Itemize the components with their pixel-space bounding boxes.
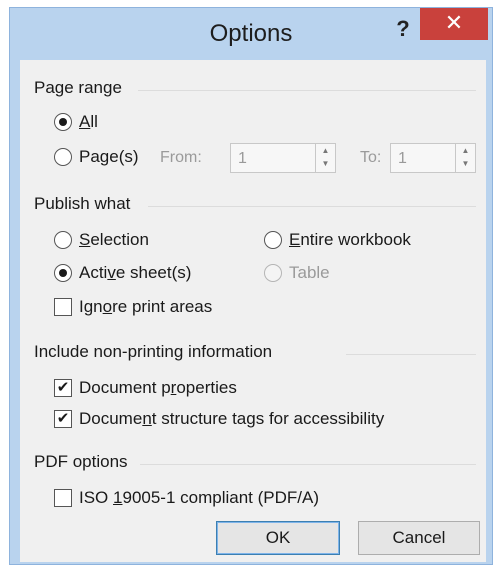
spin-up-icon: ▲ xyxy=(461,146,470,155)
pdf-options-header: PDF options xyxy=(34,452,128,471)
radio-all[interactable]: All xyxy=(54,112,98,132)
to-page-spinner: 1 ▲ ▼ xyxy=(390,143,476,173)
from-page-value: 1 xyxy=(238,150,247,167)
page-range-divider xyxy=(138,90,476,91)
document-structure-tags-label: Document structure tags for accessibilit… xyxy=(79,409,385,428)
iso-compliant-box[interactable] xyxy=(54,489,72,507)
radio-active-sheets[interactable]: Active sheet(s) xyxy=(54,263,191,283)
iso-compliant-label: ISO 19005-1 compliant (PDF/A) xyxy=(79,488,320,507)
spin-down-icon: ▼ xyxy=(321,159,330,168)
radio-pages[interactable]: Page(s) xyxy=(54,147,139,167)
radio-entire-workbook[interactable]: Entire workbook xyxy=(264,230,411,250)
checkmark-icon: ✔ xyxy=(56,379,70,396)
to-spin-arrows: ▲ ▼ xyxy=(455,144,475,172)
radio-selection-label: Selection xyxy=(79,230,149,249)
ignore-print-areas-label: Ignore print areas xyxy=(79,297,213,316)
cancel-button[interactable]: Cancel xyxy=(358,521,480,555)
radio-selection-indicator[interactable] xyxy=(54,231,72,249)
non-printing-divider xyxy=(346,354,476,355)
spin-down-icon: ▼ xyxy=(461,159,470,168)
checkbox-iso-compliant[interactable]: ISO 19005-1 compliant (PDF/A) xyxy=(54,488,319,508)
radio-pages-indicator[interactable] xyxy=(54,148,72,166)
non-printing-header: Include non-printing information xyxy=(34,342,273,361)
radio-active-sheets-indicator[interactable] xyxy=(54,264,72,282)
radio-table-indicator xyxy=(264,264,282,282)
page-range-header: Page range xyxy=(34,78,122,97)
radio-active-sheets-label: Active sheet(s) xyxy=(79,263,192,282)
radio-entire-workbook-indicator[interactable] xyxy=(264,231,282,249)
document-properties-box[interactable]: ✔ xyxy=(54,379,72,397)
radio-pages-label: Page(s) xyxy=(79,147,139,166)
checkbox-document-structure-tags[interactable]: ✔ Document structure tags for accessibil… xyxy=(54,409,384,429)
radio-table: Table xyxy=(264,263,330,283)
radio-table-label: Table xyxy=(289,263,330,282)
dialog-body: Page range All Page(s) From: 1 ▲ ▼ To: 1… xyxy=(20,60,486,562)
radio-entire-workbook-label: Entire workbook xyxy=(289,230,411,249)
ok-button[interactable]: OK xyxy=(216,521,340,555)
help-button[interactable]: ? xyxy=(386,14,420,44)
radio-all-label: All xyxy=(79,112,98,131)
from-page-spinner: 1 ▲ ▼ xyxy=(230,143,336,173)
pdf-options-divider xyxy=(140,464,476,465)
to-page-value: 1 xyxy=(398,150,407,167)
checkbox-document-properties[interactable]: ✔ Document properties xyxy=(54,378,237,398)
close-icon: ✕ xyxy=(444,10,464,35)
to-label: To: xyxy=(360,149,382,166)
spin-up-icon: ▲ xyxy=(321,146,330,155)
options-dialog: Options ? ✕ Page range All Page(s) From:… xyxy=(10,8,492,564)
title-bar[interactable]: Options ? ✕ xyxy=(10,8,492,58)
publish-what-divider xyxy=(148,206,476,207)
checkmark-icon: ✔ xyxy=(56,410,70,427)
radio-selection[interactable]: Selection xyxy=(54,230,149,250)
from-label: From: xyxy=(160,149,202,166)
publish-what-header: Publish what xyxy=(34,194,131,213)
ignore-print-areas-box[interactable] xyxy=(54,298,72,316)
checkbox-ignore-print-areas[interactable]: Ignore print areas xyxy=(54,297,212,317)
from-spin-arrows: ▲ ▼ xyxy=(315,144,335,172)
document-structure-tags-box[interactable]: ✔ xyxy=(54,410,72,428)
close-button[interactable]: ✕ xyxy=(420,8,488,40)
radio-all-indicator[interactable] xyxy=(54,113,72,131)
document-properties-label: Document properties xyxy=(79,378,237,397)
